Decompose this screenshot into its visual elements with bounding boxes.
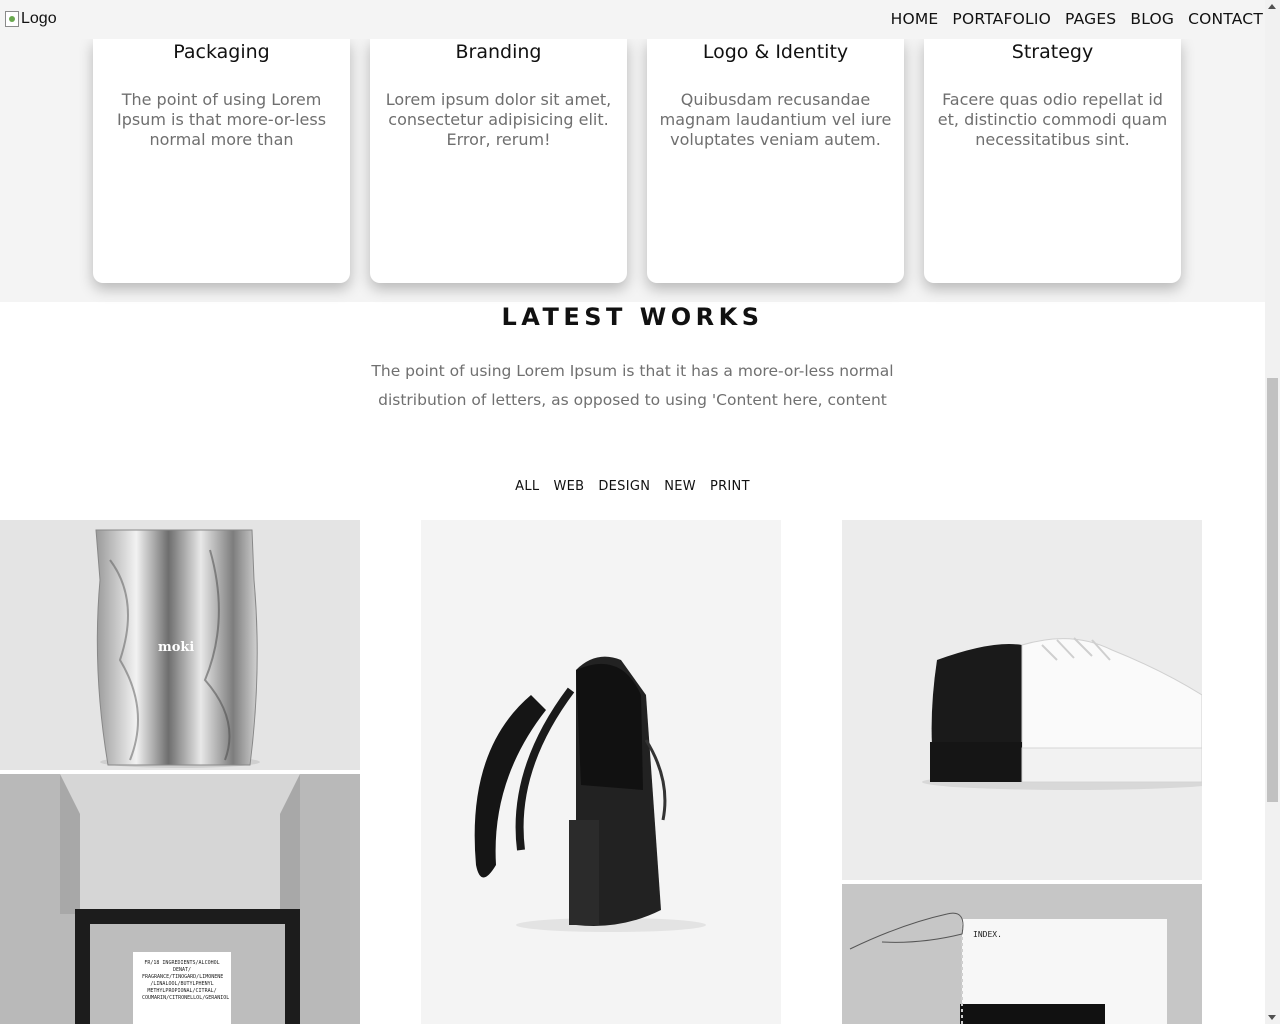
booklet-index-label: INDEX. bbox=[973, 930, 1002, 939]
nav-portafolio[interactable]: PORTAFOLIO bbox=[952, 10, 1051, 28]
nav-contact[interactable]: CONTACT bbox=[1188, 10, 1263, 28]
sneaker-image bbox=[922, 637, 1202, 790]
latest-works-description: The point of using Lorem Ipsum is that i… bbox=[371, 362, 894, 409]
service-card-packaging: Packaging The point of using Lorem Ipsum… bbox=[93, 39, 350, 283]
site-header: Logo HOME PORTAFOLIO PAGES BLOG CONTACT bbox=[0, 0, 1265, 39]
filter-all[interactable]: ALL bbox=[515, 479, 539, 494]
portfolio-item-sneaker[interactable] bbox=[842, 520, 1202, 880]
services-section: Packaging The point of using Lorem Ipsum… bbox=[0, 39, 1265, 302]
scrollbar-thumb[interactable] bbox=[1267, 378, 1278, 802]
service-card-title: Logo & Identity bbox=[702, 41, 849, 63]
service-card-branding: Branding Lorem ipsum dolor sit amet, con… bbox=[370, 39, 627, 283]
booklet-image bbox=[849, 912, 1167, 1024]
latest-works-title: LATEST WORKS bbox=[501, 303, 764, 331]
filter-web[interactable]: WEB bbox=[553, 479, 584, 494]
broken-image-icon bbox=[5, 11, 19, 27]
service-card-text: Lorem ipsum dolor sit amet, consectetur … bbox=[385, 90, 612, 149]
backpack-image bbox=[474, 656, 706, 932]
logo[interactable]: Logo bbox=[5, 10, 57, 28]
service-card-logo-identity: Logo & Identity Quibusdam recusandae mag… bbox=[647, 39, 904, 283]
service-card-text: The point of using Lorem Ipsum is that m… bbox=[116, 90, 327, 149]
nav-home[interactable]: HOME bbox=[891, 10, 939, 28]
filter-design[interactable]: DESIGN bbox=[598, 479, 650, 494]
portfolio-item-booklet[interactable] bbox=[842, 884, 1202, 1024]
service-card-strategy: Strategy Facere quas odio repellat id et… bbox=[924, 39, 1181, 283]
service-card-title: Branding bbox=[455, 41, 542, 63]
main-nav: HOME PORTAFOLIO PAGES BLOG CONTACT bbox=[891, 10, 1263, 28]
portfolio-item-backpack[interactable] bbox=[421, 520, 781, 1024]
portfolio-filters: ALL WEB DESIGN NEW PRINT bbox=[0, 479, 1265, 494]
nav-pages[interactable]: PAGES bbox=[1065, 10, 1116, 28]
service-card-title: Strategy bbox=[1011, 41, 1094, 63]
filter-new[interactable]: NEW bbox=[664, 479, 696, 494]
box-ingredients-label: FR/18 INGREDIENTS/ALCOHOL DENAT/ FRAGRAN… bbox=[142, 960, 230, 1001]
page-scrollbar[interactable] bbox=[1265, 0, 1280, 1024]
nav-blog[interactable]: BLOG bbox=[1130, 10, 1174, 28]
service-card-text: Quibusdam recusandae magnam laudantium v… bbox=[659, 90, 892, 149]
service-card-text: Facere quas odio repellat id et, distinc… bbox=[937, 90, 1168, 149]
logo-alt-text: Logo bbox=[21, 10, 57, 27]
scroll-up-arrow-icon[interactable] bbox=[1268, 4, 1276, 9]
filter-print[interactable]: PRINT bbox=[710, 479, 750, 494]
scroll-down-arrow-icon[interactable] bbox=[1268, 1015, 1276, 1020]
service-card-title: Packaging bbox=[173, 41, 270, 63]
bag-brand-label: moki bbox=[158, 640, 195, 655]
